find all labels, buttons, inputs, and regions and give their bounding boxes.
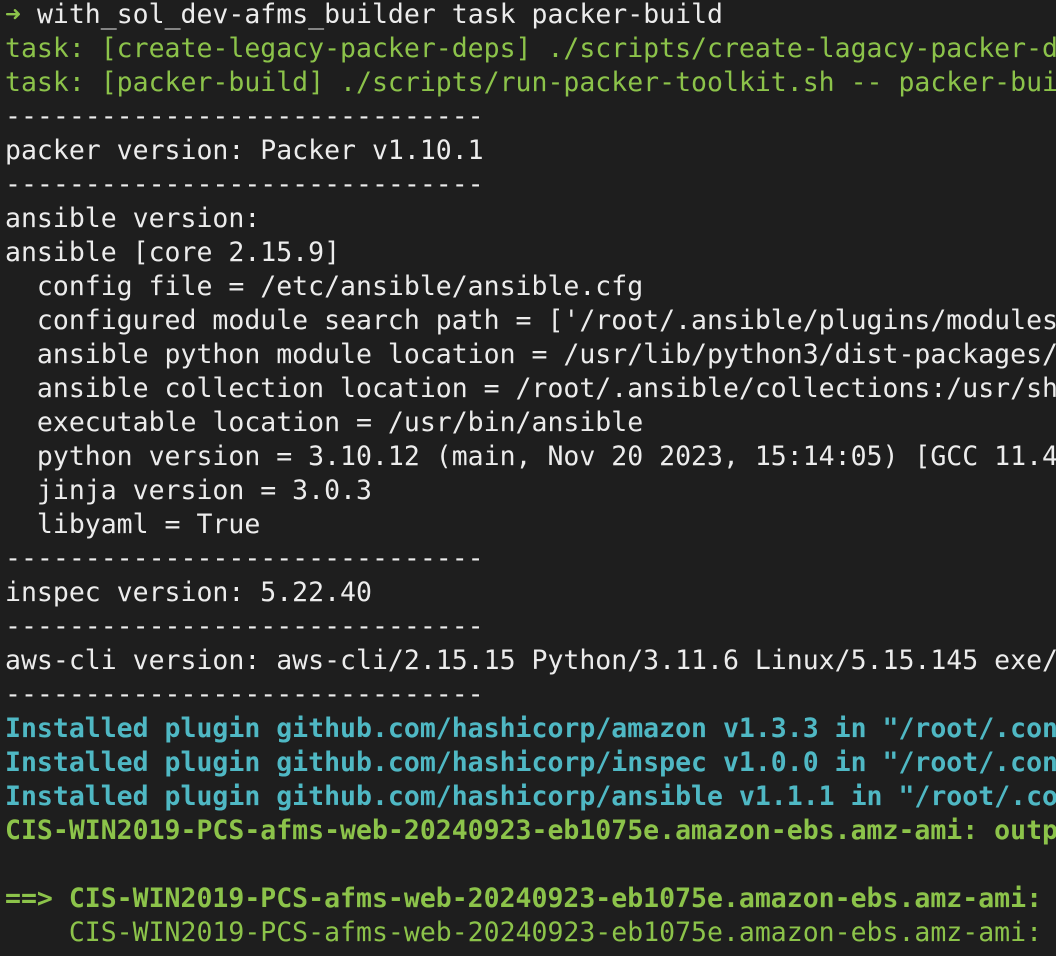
output-line: executable location = /usr/bin/ansible bbox=[5, 407, 644, 438]
output-line: packer version: Packer v1.10.1 bbox=[5, 135, 484, 166]
terminal-window[interactable]: ➜ with_sol_dev-afms_builder task packer-… bbox=[0, 0, 1056, 956]
output-line: ansible [core 2.15.9] bbox=[5, 237, 341, 268]
plugin-install-line: Installed plugin github.com/hashicorp/am… bbox=[5, 713, 1056, 744]
output-line: inspec version: 5.22.40 bbox=[5, 577, 372, 608]
output-line: task: [create-legacy-packer-deps] ./scri… bbox=[5, 33, 1056, 64]
prompt-arrow-icon: ➜ bbox=[5, 0, 21, 30]
output-line: ansible python module location = /usr/li… bbox=[5, 339, 1056, 370]
output-line: aws-cli version: aws-cli/2.15.15 Python/… bbox=[5, 645, 1056, 676]
prompt-command: with_sol_dev-afms_builder task packer-bu… bbox=[36, 0, 723, 30]
build-output-line: CIS-WIN2019-PCS-afms-web-20240923-eb1075… bbox=[5, 917, 1043, 948]
plugin-install-line: Installed plugin github.com/hashicorp/an… bbox=[5, 781, 1056, 812]
separator-line: ------------------------------ bbox=[5, 679, 484, 710]
separator-line: ------------------------------ bbox=[5, 543, 484, 574]
separator-line: ------------------------------ bbox=[5, 611, 484, 642]
separator-line: ------------------------------ bbox=[5, 101, 484, 132]
output-line: jinja version = 3.0.3 bbox=[5, 475, 372, 506]
build-step-line: ==> CIS-WIN2019-PCS-afms-web-20240923-eb… bbox=[5, 883, 1043, 914]
output-line: ansible version: bbox=[5, 203, 261, 234]
output-line: config file = /etc/ansible/ansible.cfg bbox=[5, 271, 644, 302]
prompt-line: ➜ with_sol_dev-afms_builder task packer-… bbox=[5, 0, 723, 32]
build-output-line: CIS-WIN2019-PCS-afms-web-20240923-eb1075… bbox=[5, 815, 1056, 846]
plugin-install-line: Installed plugin github.com/hashicorp/in… bbox=[5, 747, 1056, 778]
output-line: task: [packer-build] ./scripts/run-packe… bbox=[5, 67, 1056, 98]
output-line: configured module search path = ['/root/… bbox=[5, 305, 1056, 336]
output-line: libyaml = True bbox=[5, 509, 261, 540]
output-line: python version = 3.10.12 (main, Nov 20 2… bbox=[5, 441, 1056, 472]
separator-line: ------------------------------ bbox=[5, 169, 484, 200]
output-line: ansible collection location = /root/.ans… bbox=[5, 373, 1056, 404]
